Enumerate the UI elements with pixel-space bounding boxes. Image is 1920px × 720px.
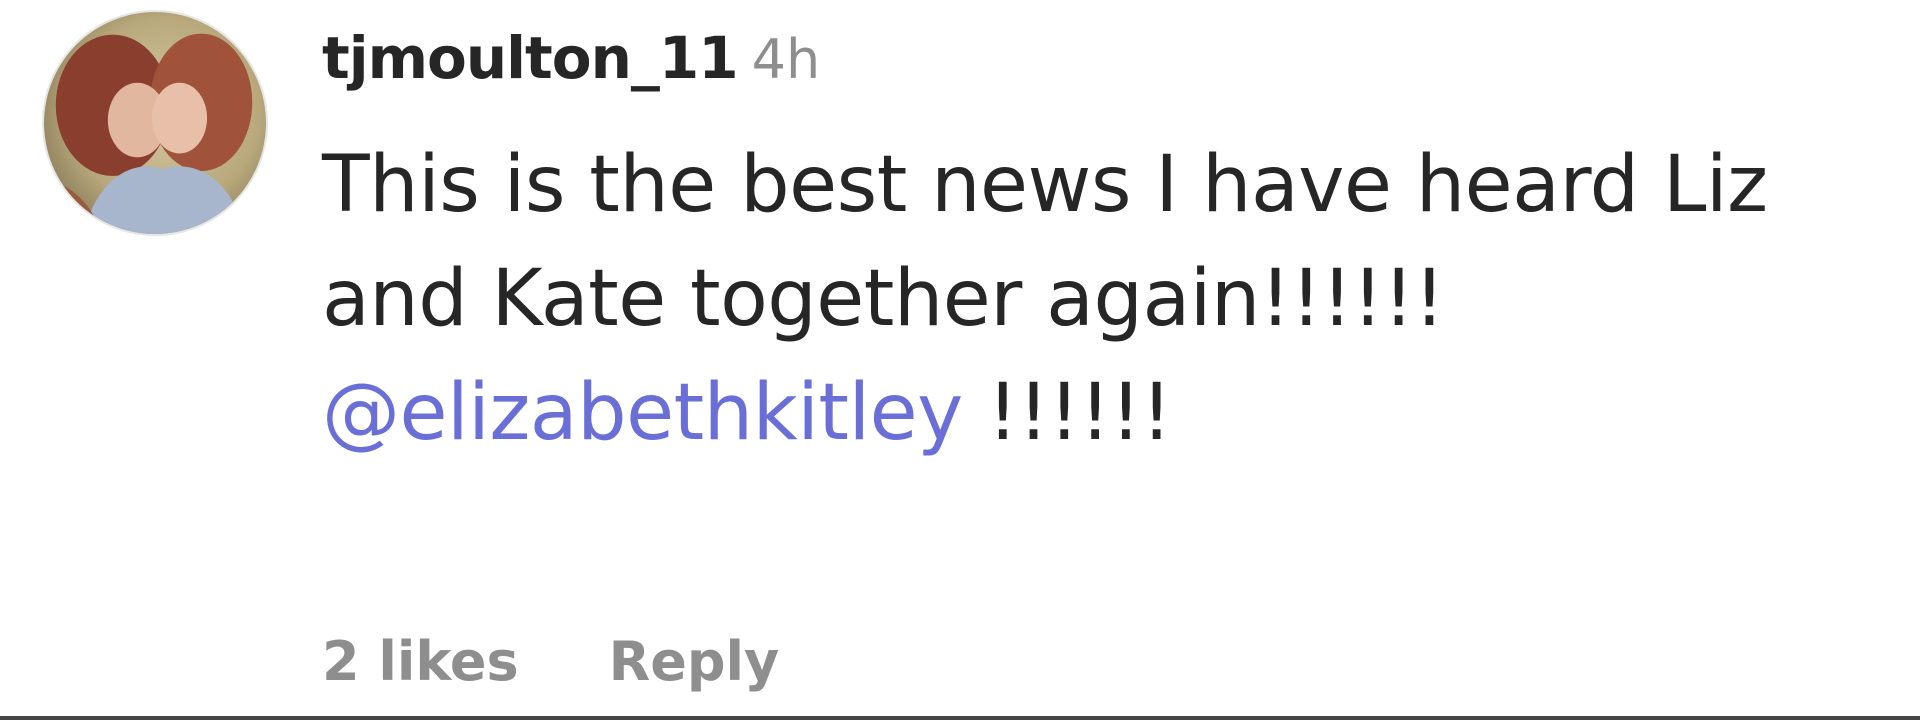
comment-text: This is the best news I have heard Liz a… [322,128,1880,470]
timestamp[interactable]: 4h [752,28,821,91]
avatar-image [44,12,266,234]
comment-actions: 2 likes Reply [322,630,779,693]
likes-count-button[interactable]: 2 likes [322,630,519,693]
comment-text-tail: !!!!!! [962,368,1172,458]
mention-link[interactable]: @elizabethkitley [322,368,963,458]
avatar[interactable] [42,10,268,236]
comment-header: tjmoulton_11 4h [322,24,1880,120]
reply-button[interactable]: Reply [609,630,780,693]
comment: tjmoulton_11 4h This is the best news I … [0,0,1920,720]
comment-text-main: This is the best news I have heard Liz a… [322,140,1768,344]
comment-body: tjmoulton_11 4h This is the best news I … [322,24,1880,470]
username-link[interactable]: tjmoulton_11 [322,24,739,92]
